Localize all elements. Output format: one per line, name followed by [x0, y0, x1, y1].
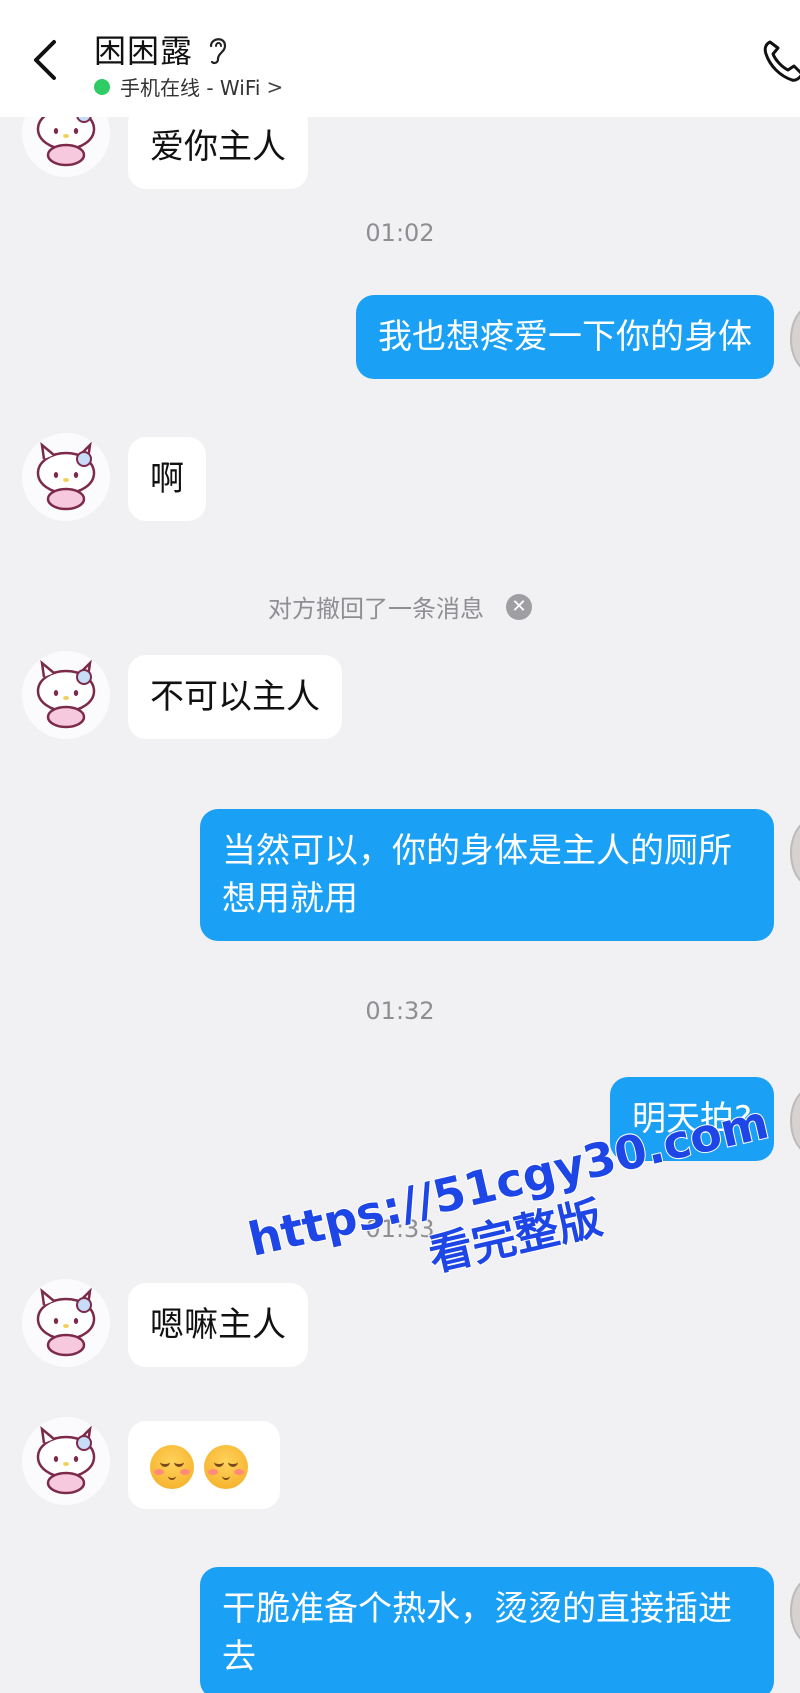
message-bubble-right[interactable]: 当然可以，你的身体是主人的厕所想用就用	[200, 809, 774, 941]
hello-kitty-avatar-icon	[36, 117, 96, 167]
hello-kitty-avatar-icon	[36, 441, 96, 511]
recall-notice: 对方撤回了一条消息 ✕	[0, 589, 800, 624]
hello-kitty-avatar-icon	[36, 659, 96, 729]
avatar[interactable]	[22, 1279, 110, 1367]
self-avatar[interactable]	[790, 1577, 800, 1645]
status-text: 手机在线 - WiFi	[120, 76, 261, 100]
message-bubble-left[interactable]: 爱你主人	[128, 117, 308, 189]
message-bubble-left[interactable]: 不可以主人	[128, 655, 342, 739]
hello-kitty-avatar-icon	[36, 1425, 96, 1495]
blush-smile-emoji-icon	[150, 1444, 194, 1489]
hello-kitty-avatar-icon	[36, 1287, 96, 1357]
avatar[interactable]	[22, 433, 110, 521]
close-icon[interactable]: ✕	[506, 593, 532, 620]
chevron-right-icon: >	[266, 74, 284, 99]
message-bubble-right[interactable]: 我也想疼爱一下你的身体	[356, 295, 774, 379]
message-bubble-right[interactable]: 干脆准备个热水，烫烫的直接插进去	[200, 1567, 774, 1693]
timestamp: 01:02	[365, 219, 435, 247]
avatar[interactable]	[22, 651, 110, 739]
message-bubble-left[interactable]: 啊	[128, 437, 206, 521]
title-row[interactable]: 困困露	[94, 26, 231, 72]
back-arrow-icon[interactable]	[26, 36, 66, 84]
phone-call-icon[interactable]	[760, 36, 800, 84]
online-status[interactable]: 手机在线 - WiFi >	[94, 72, 283, 101]
self-avatar[interactable]	[790, 819, 800, 887]
self-avatar[interactable]	[790, 1087, 800, 1155]
ear-icon	[209, 38, 227, 65]
recall-text: 对方撤回了一条消息	[268, 595, 484, 623]
message-bubble-left[interactable]	[128, 1421, 280, 1509]
chat-header: 困困露 手机在线 - WiFi >	[0, 0, 800, 117]
avatar[interactable]	[22, 117, 110, 177]
blush-smile-emoji-icon	[204, 1444, 248, 1489]
contact-name[interactable]: 困困露	[94, 26, 193, 72]
self-avatar[interactable]	[790, 305, 800, 373]
timestamp: 01:32	[365, 997, 435, 1025]
online-dot-icon	[94, 78, 110, 95]
avatar[interactable]	[22, 1417, 110, 1505]
